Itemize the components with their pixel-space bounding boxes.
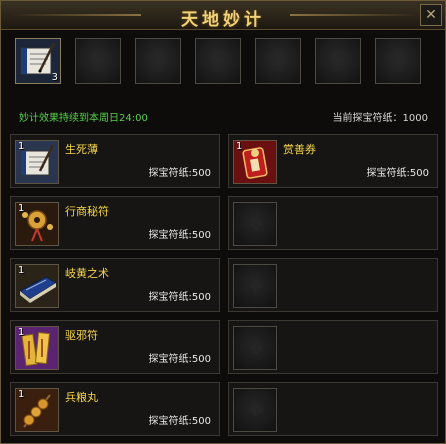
item-row-quxiefu[interactable]: 1 驱邪符 探宝符纸:500 (10, 320, 220, 374)
tiandi-miaoji-window: 天地妙计 ✕ 3 ❖ ❖ ❖ ❖ ❖ ❖ 妙计效果持续到本周日24:00 当前探… (0, 0, 446, 444)
item-icon-slot: 1 (15, 264, 59, 308)
empty-item-row: ❖ (228, 258, 438, 312)
empty-rune-icon: ❖ (391, 50, 408, 71)
empty-item-slot: ❖ (233, 388, 277, 432)
item-row-shengsibu[interactable]: 1 生死薄 探宝符纸:500 (10, 134, 220, 188)
effect-duration-text: 妙计效果持续到本周日24:00 (19, 113, 148, 124)
empty-rune-icon: ❖ (271, 50, 288, 71)
empty-item-row: ❖ (228, 320, 438, 374)
item-price: 探宝符纸:500 (148, 292, 211, 303)
item-row-xingshang-mifu[interactable]: 1 行商秘符 探宝符纸:500 (10, 196, 220, 250)
empty-item-slot: ❖ (233, 264, 277, 308)
empty-item-row: ❖ (228, 382, 438, 436)
item-row-bingliangwan[interactable]: 1 兵粮丸 探宝符纸:500 (10, 382, 220, 436)
item-quantity: 1 (18, 141, 25, 152)
item-quantity: 1 (18, 265, 25, 276)
item-icon-slot: 1 (15, 202, 59, 246)
item-price: 探宝符纸:500 (148, 168, 211, 179)
item-row-shangshanquan[interactable]: 1 赏善券 探宝符纸:500 (228, 134, 438, 188)
empty-rune-icon: ❖ (151, 50, 168, 71)
item-name: 生死薄 (65, 143, 98, 156)
item-icon-slot: 1 (15, 140, 59, 184)
item-icon-slot: 1 (15, 326, 59, 370)
item-price: 探宝符纸:500 (148, 230, 211, 241)
item-name: 岐黄之术 (65, 267, 109, 280)
item-price: 探宝符纸:500 (366, 168, 429, 179)
empty-rune-icon: ❖ (248, 277, 265, 298)
item-name: 兵粮丸 (65, 391, 98, 404)
close-button[interactable]: ✕ (420, 4, 442, 26)
empty-rune-icon: ❖ (248, 339, 265, 360)
item-quantity: 1 (236, 141, 243, 152)
active-slot-2[interactable]: ❖ (75, 38, 121, 84)
empty-rune-icon: ❖ (248, 215, 265, 236)
item-quantity: 1 (18, 389, 25, 400)
active-slot-7[interactable]: ❖ (375, 38, 421, 84)
title-bar: 天地妙计 ✕ (1, 1, 445, 30)
active-slot-5[interactable]: ❖ (255, 38, 301, 84)
empty-rune-icon: ❖ (331, 50, 348, 71)
empty-item-row: ❖ (228, 196, 438, 250)
item-quantity: 1 (18, 203, 25, 214)
active-slot-3[interactable]: ❖ (135, 38, 181, 84)
item-name: 赏善券 (283, 143, 316, 156)
empty-rune-icon: ❖ (91, 50, 108, 71)
item-quantity: 1 (18, 327, 25, 338)
empty-item-slot: ❖ (233, 202, 277, 246)
item-icon-slot: 1 (233, 140, 277, 184)
title-decoration-right (290, 14, 420, 16)
active-slot-4[interactable]: ❖ (195, 38, 241, 84)
slot-count: 3 (51, 72, 58, 83)
window-title: 天地妙计 (181, 10, 265, 30)
item-name: 行商秘符 (65, 205, 109, 218)
treasure-paper-balance: 当前探宝符纸：1000 (332, 113, 428, 124)
item-row-qihuang-zhishu[interactable]: 1 岐黄之术 探宝符纸:500 (10, 258, 220, 312)
active-slot-6[interactable]: ❖ (315, 38, 361, 84)
item-price: 探宝符纸:500 (148, 354, 211, 365)
empty-rune-icon: ❖ (248, 401, 265, 422)
item-name: 驱邪符 (65, 329, 98, 342)
item-icon-slot: 1 (15, 388, 59, 432)
active-slot-1[interactable]: 3 (15, 38, 61, 84)
item-price: 探宝符纸:500 (148, 416, 211, 427)
empty-item-slot: ❖ (233, 326, 277, 370)
empty-rune-icon: ❖ (211, 50, 228, 71)
